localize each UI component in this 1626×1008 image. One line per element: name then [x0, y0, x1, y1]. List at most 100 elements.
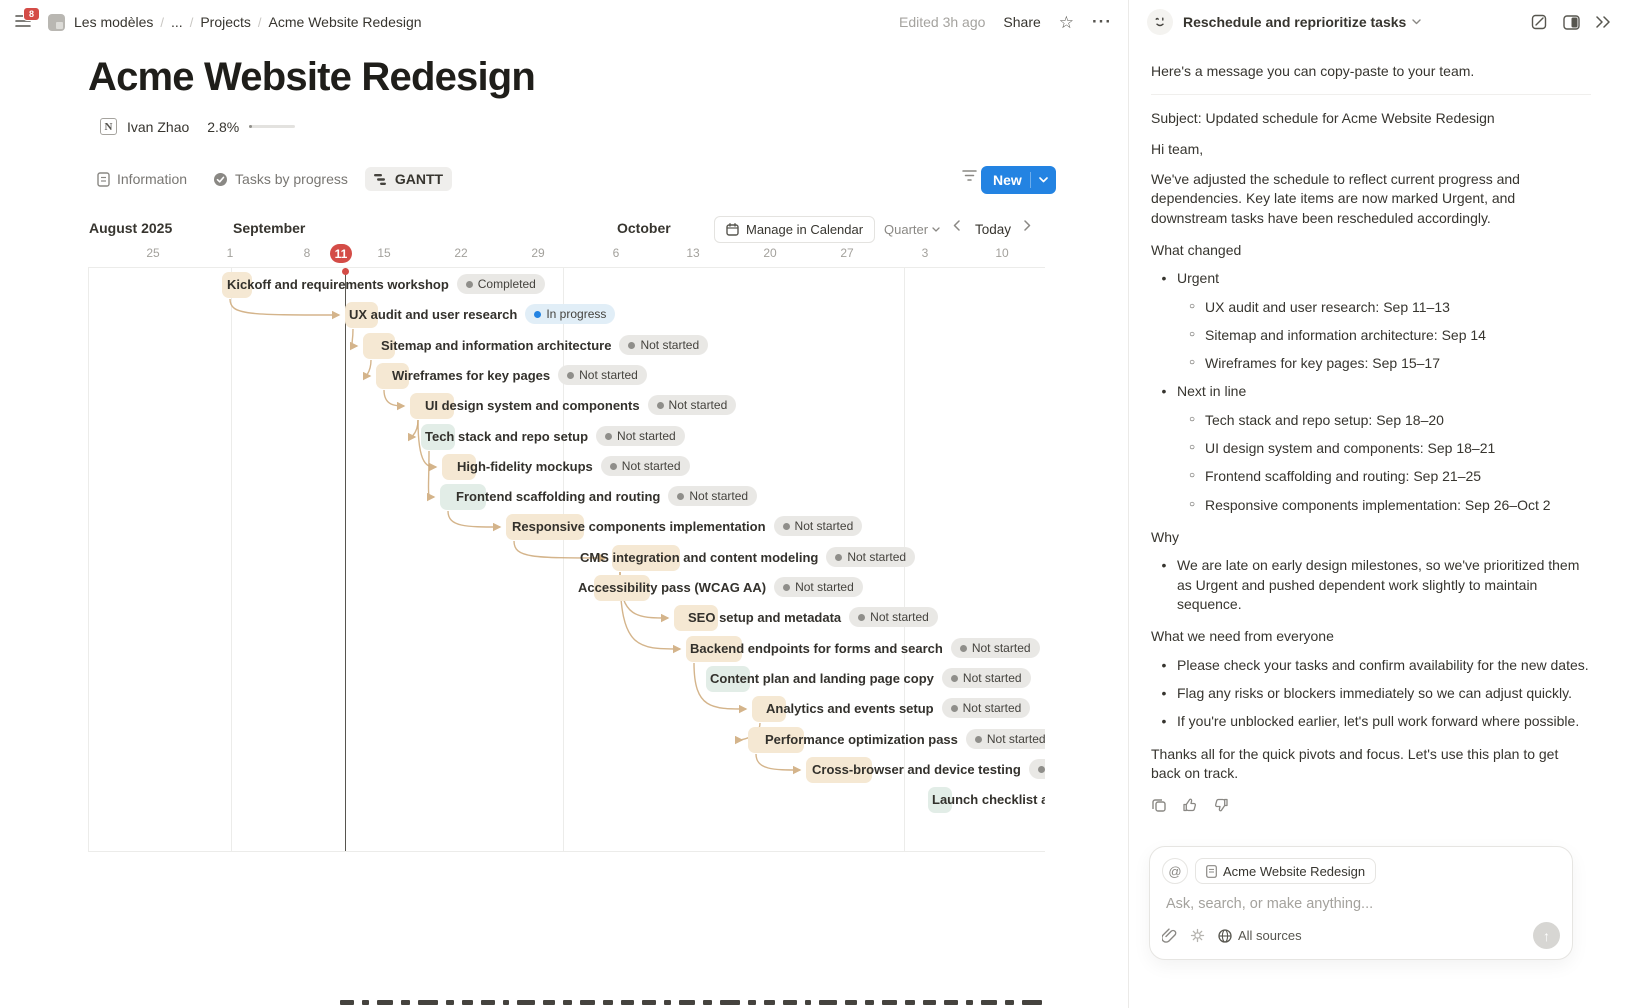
assistant-thread-title[interactable]: Reschedule and reprioritize tasks — [1183, 14, 1421, 30]
filter-icon[interactable] — [960, 166, 978, 184]
minimap-dash — [703, 1000, 712, 1005]
sub-bullet-marker: ○ — [1179, 411, 1205, 430]
timeline-next-button[interactable] — [1024, 220, 1031, 231]
zoom-level-select[interactable]: Quarter — [884, 222, 940, 237]
collapse-panel-icon[interactable] — [1594, 13, 1612, 31]
task-row[interactable]: Launch checklist aNot started — [932, 789, 1045, 809]
status-dot — [858, 614, 865, 621]
all-sources-selector[interactable]: All sources — [1218, 928, 1302, 943]
minimap-dash — [462, 1000, 473, 1005]
chevron-down-icon — [932, 227, 940, 232]
sub-bullet-marker: ○ — [1179, 298, 1205, 317]
task-name: Frontend scaffolding and routing — [456, 489, 660, 504]
timeline-prev-button[interactable] — [953, 220, 960, 231]
today-tick[interactable]: 11 — [330, 244, 352, 263]
timeline-tick[interactable]: 10 — [995, 246, 1008, 260]
assistant-input[interactable]: Ask, search, or make anything... — [1166, 896, 1560, 912]
timeline-tick[interactable]: 25 — [146, 246, 159, 260]
task-row[interactable]: Kickoff and requirements workshopComplet… — [227, 274, 545, 294]
timeline-tick[interactable]: 29 — [531, 246, 544, 260]
model-icon[interactable] — [1190, 928, 1205, 943]
month-grid-line — [231, 267, 232, 851]
task-row[interactable]: Backend endpoints for forms and searchNo… — [690, 638, 1040, 658]
task-row[interactable]: UX audit and user researchIn progress — [349, 304, 615, 324]
today-marker-line — [345, 268, 346, 851]
task-name: Sitemap and information architecture — [381, 338, 611, 353]
task-name: UX audit and user research — [349, 307, 517, 322]
task-row[interactable]: Accessibility pass (WCAG AA)Not started — [578, 577, 863, 597]
thumbs-up-icon[interactable] — [1182, 797, 1199, 814]
timeline-month-label: August 2025 — [89, 220, 172, 236]
tab-tasks-by-progress[interactable]: Tasks by progress — [204, 167, 357, 191]
task-row[interactable]: Tech stack and repo setupNot started — [425, 426, 685, 446]
task-name: Kickoff and requirements workshop — [227, 277, 449, 292]
timeline-tick[interactable]: 27 — [840, 246, 853, 260]
today-button[interactable]: Today — [975, 222, 1011, 237]
assistant-intro: Here's a message you can copy-paste to y… — [1151, 62, 1591, 81]
copy-icon[interactable] — [1151, 797, 1168, 814]
new-button[interactable]: New — [981, 166, 1056, 194]
minimap-dash — [905, 1000, 915, 1005]
bullet-item: •Flag any risks or blockers immediately … — [1151, 684, 1591, 703]
minimap-dash — [805, 1000, 811, 1005]
sub-bullet-item: ○Wireframes for key pages: Sep 15–17 — [1151, 354, 1591, 373]
sidebar-menu-button[interactable]: 8 — [14, 12, 38, 32]
new-chat-icon[interactable] — [1530, 13, 1548, 31]
timeline-tick[interactable]: 1 — [227, 246, 234, 260]
task-name: High-fidelity mockups — [457, 459, 593, 474]
task-row[interactable]: Content plan and landing page copyNot st… — [710, 668, 1031, 688]
task-row[interactable]: Frontend scaffolding and routingNot star… — [456, 486, 757, 506]
task-row[interactable]: SEO setup and metadataNot started — [688, 607, 938, 627]
task-row[interactable]: Responsive components implementation Not … — [512, 516, 862, 536]
timeline-tick[interactable]: 20 — [763, 246, 776, 260]
thumbs-down-icon[interactable] — [1213, 797, 1230, 814]
task-row[interactable]: Wireframes for key pagesNot started — [392, 365, 647, 385]
timeline-tick[interactable]: 15 — [377, 246, 390, 260]
send-button[interactable]: ↑ — [1533, 922, 1560, 949]
sub-bullet-item: ○Sitemap and information architecture: S… — [1151, 326, 1591, 345]
status-dot — [466, 281, 473, 288]
timeline-tick[interactable]: 13 — [686, 246, 699, 260]
task-row[interactable]: Analytics and events setupNot started — [766, 698, 1030, 718]
timeline-tick[interactable]: 6 — [613, 246, 620, 260]
attach-icon[interactable] — [1162, 928, 1177, 944]
task-row[interactable]: Performance optimization passNot started — [765, 729, 1045, 749]
status-badge: Not started — [648, 395, 737, 415]
task-row[interactable]: CMS integration and content modelingNot … — [580, 547, 915, 567]
task-name: Responsive components implementation — [512, 519, 766, 534]
context-chip[interactable]: Acme Website Redesign — [1195, 858, 1376, 884]
minimap-dash — [819, 1000, 837, 1005]
mention-button[interactable]: @ — [1162, 858, 1188, 884]
task-row[interactable]: Cross-browser and device testingNot star… — [812, 759, 1045, 779]
status-badge: Not started — [774, 516, 863, 536]
sub-bullet-marker: ○ — [1179, 354, 1205, 373]
timeline-tick[interactable]: 22 — [454, 246, 467, 260]
message-closing: Thanks all for the quick pivots and focu… — [1151, 745, 1591, 784]
favorite-star-icon[interactable]: ☆ — [1059, 14, 1074, 31]
status-dot — [534, 311, 541, 318]
bullet-marker: • — [1151, 656, 1177, 675]
timeline-tick[interactable]: 8 — [304, 246, 311, 260]
breadcrumb-workspace[interactable]: Les modèles — [74, 14, 153, 30]
task-row[interactable]: Sitemap and information architectureNot … — [381, 335, 708, 355]
manage-in-calendar-button[interactable]: Manage in Calendar — [714, 216, 875, 243]
breadcrumb-parent[interactable]: Projects — [200, 14, 251, 30]
task-row[interactable]: High-fidelity mockupsNot started — [457, 456, 690, 476]
tab-information[interactable]: Information — [88, 167, 196, 191]
timeline-tick[interactable]: 3 — [922, 246, 929, 260]
breadcrumb-ellipsis[interactable]: ... — [171, 14, 183, 30]
status-dot — [960, 645, 967, 652]
minimap-dash — [446, 1000, 454, 1005]
more-options-button[interactable]: ··· — [1092, 12, 1112, 32]
page-title: Acme Website Redesign — [88, 55, 535, 100]
share-button[interactable]: Share — [1003, 14, 1040, 30]
globe-icon — [1218, 929, 1232, 943]
chevron-down-icon — [1039, 177, 1048, 183]
owner-name[interactable]: Ivan Zhao — [127, 119, 189, 135]
task-row[interactable]: UI design system and componentsNot start… — [425, 395, 736, 415]
tab-gantt[interactable]: GANTT — [365, 167, 452, 191]
view-tabs: Information Tasks by progress GANTT — [88, 164, 452, 194]
panel-layout-icon[interactable] — [1562, 13, 1580, 31]
breadcrumb-current[interactable]: Acme Website Redesign — [269, 14, 422, 30]
task-name: Launch checklist a — [932, 792, 1045, 807]
